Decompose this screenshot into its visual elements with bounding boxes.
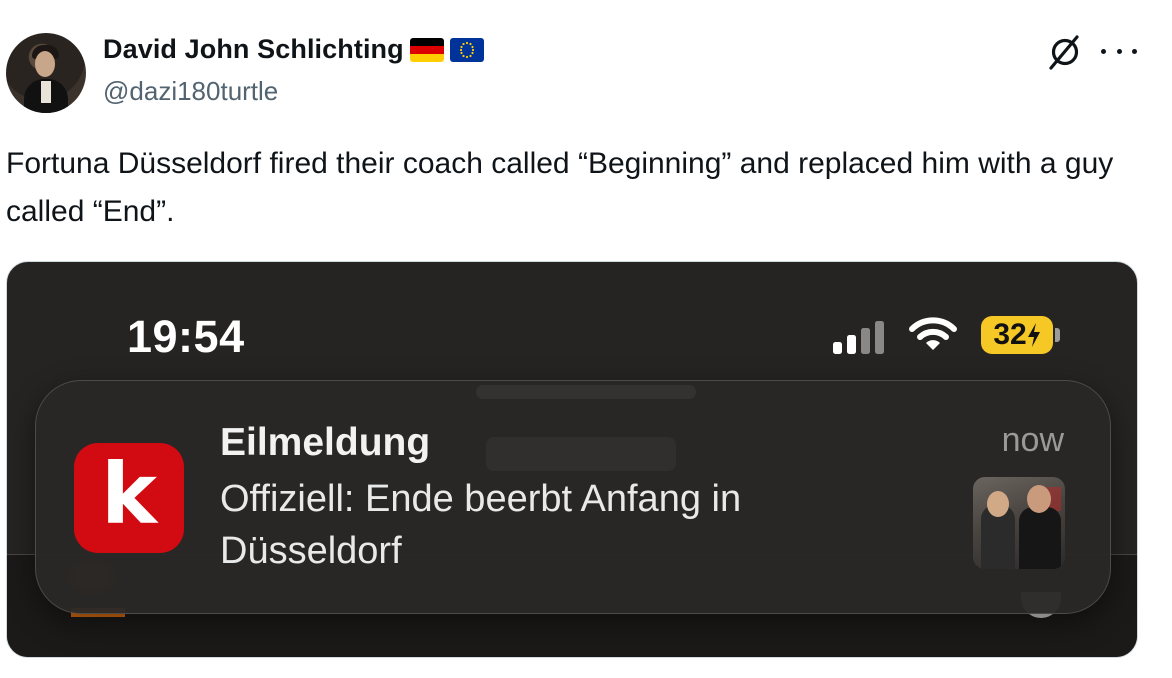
cellular-signal-icon	[833, 320, 889, 354]
status-bar-time: 19:54	[127, 311, 245, 362]
battery-tip	[1055, 328, 1060, 342]
tweet-text: Fortuna Düsseldorf fired their coach cal…	[6, 147, 1114, 228]
notification-thumbnail	[973, 477, 1065, 569]
flag-eu-icon	[449, 37, 484, 62]
author-display-name[interactable]: David John Schlichting	[103, 34, 404, 65]
flag-germany-icon	[409, 37, 444, 62]
grok-icon[interactable]	[1046, 33, 1084, 71]
battery-level-label: 32	[993, 318, 1027, 351]
notification-title: Eilmeldung	[220, 421, 431, 464]
push-notification[interactable]: k Eilmeldung now Offiziell: Ende beerbt …	[35, 380, 1111, 614]
notification-body: Offiziell: Ende beerbt Anfang in Düsseld…	[220, 478, 742, 572]
charging-bolt-icon	[1027, 323, 1040, 347]
app-icon-letter: k	[101, 445, 157, 543]
battery-indicator: 32	[981, 316, 1053, 354]
more-icon[interactable]	[1101, 39, 1137, 63]
kicker-app-icon: k	[74, 443, 184, 553]
wifi-icon	[909, 317, 957, 353]
tweet-media-image[interactable]: 19:54 32 k Eilmeldung now Offiziell: End…	[6, 261, 1138, 658]
author-name-row: David John Schlichting	[103, 34, 484, 65]
avatar[interactable]	[6, 33, 86, 113]
notification-time: now	[1001, 421, 1064, 459]
author-handle[interactable]: @dazi180turtle	[103, 76, 278, 107]
